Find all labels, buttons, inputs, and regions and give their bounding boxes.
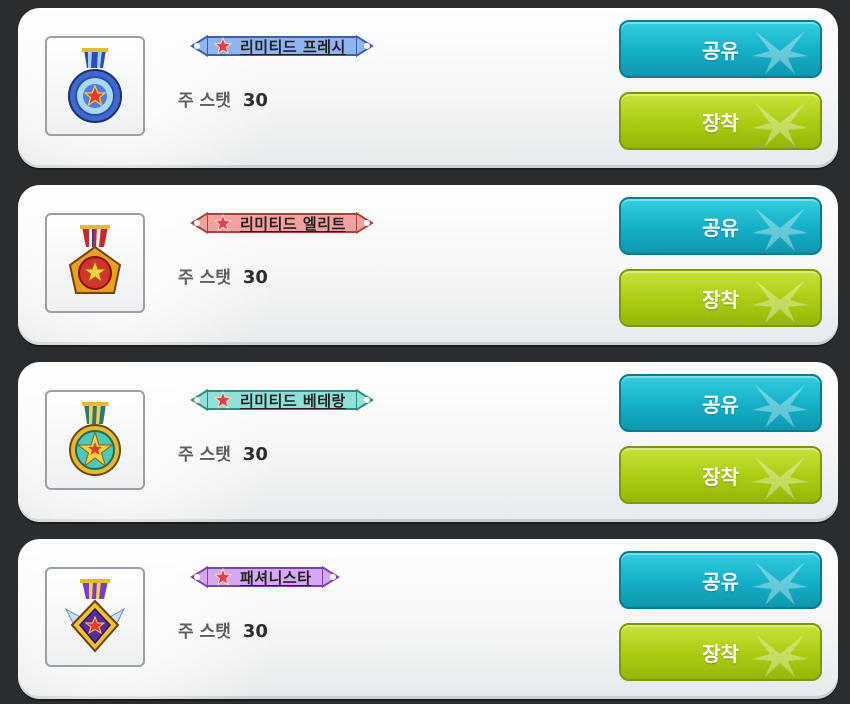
- medal-card: 리미티드 베테랑 주 스탯 30 공유 장착: [18, 362, 838, 522]
- medal-icon-frame: [45, 567, 145, 667]
- medal-icon-frame: [45, 390, 145, 490]
- stat-line: 주 스탯 30: [178, 263, 268, 288]
- stat-value: 30: [242, 444, 268, 465]
- equip-button-label: 장착: [702, 464, 739, 489]
- leaf-decoration-icon: [752, 562, 808, 605]
- leaf-decoration-icon: [752, 457, 808, 500]
- share-button[interactable]: 공유: [619, 374, 822, 432]
- share-button-label: 공유: [702, 215, 739, 240]
- banner-body: 리미티드 엘리트: [208, 213, 356, 233]
- star-icon: [214, 37, 232, 55]
- stat-value: 30: [242, 90, 268, 111]
- banner-right-ornament: [355, 210, 376, 236]
- medal-title-banner: 리미티드 프레시: [188, 33, 376, 59]
- leaf-decoration-icon: [752, 103, 808, 146]
- stat-value: 30: [242, 621, 268, 642]
- equip-button-label: 장착: [702, 641, 739, 666]
- medal-icon-frame: [45, 36, 145, 136]
- banner-right-ornament: [321, 564, 342, 590]
- stat-line: 주 스탯 30: [178, 86, 268, 111]
- stat-label: 주 스탯: [178, 622, 231, 642]
- star-icon: [214, 391, 232, 409]
- medal-name: 리미티드 엘리트: [240, 214, 346, 233]
- medal-card: 리미티드 프레시 주 스탯 30 공유 장착: [18, 8, 838, 168]
- equip-button[interactable]: 장착: [619, 92, 822, 150]
- banner-right-ornament: [355, 387, 376, 413]
- medal-card: 리미티드 엘리트 주 스탯 30 공유 장착: [18, 185, 838, 345]
- banner-right-ornament: [355, 33, 376, 59]
- stat-label: 주 스탯: [178, 445, 231, 465]
- banner-left-ornament: [188, 564, 208, 590]
- banner-left-ornament: [188, 210, 208, 236]
- medal-list: 리미티드 프레시 주 스탯 30 공유 장착 리미티드 엘리트 주 스탯 30 …: [0, 0, 850, 704]
- leaf-decoration-icon: [752, 385, 808, 428]
- equip-button[interactable]: 장착: [619, 269, 822, 327]
- equip-button-label: 장착: [702, 287, 739, 312]
- banner-left-ornament: [188, 33, 208, 59]
- medal-title-banner: 패셔니스타: [188, 564, 342, 590]
- stat-line: 주 스탯 30: [178, 617, 268, 642]
- leaf-decoration-icon: [752, 280, 808, 323]
- leaf-decoration-icon: [752, 634, 808, 677]
- red-medal-icon: [68, 225, 122, 294]
- star-icon: [214, 568, 232, 586]
- leaf-decoration-icon: [752, 208, 808, 251]
- stat-label: 주 스탯: [178, 268, 231, 288]
- equip-button-label: 장착: [702, 110, 739, 135]
- share-button[interactable]: 공유: [619, 551, 822, 609]
- share-button[interactable]: 공유: [619, 20, 822, 78]
- banner-body: 패셔니스타: [208, 567, 322, 587]
- equip-button[interactable]: 장착: [619, 623, 822, 681]
- medal-name: 리미티드 프레시: [240, 37, 346, 56]
- purple-medal-icon: [64, 579, 126, 653]
- stat-label: 주 스탯: [178, 91, 231, 111]
- stat-line: 주 스탯 30: [178, 440, 268, 465]
- equip-button[interactable]: 장착: [619, 446, 822, 504]
- medal-icon-frame: [45, 213, 145, 313]
- blue-medal-icon: [68, 48, 122, 123]
- share-button-label: 공유: [702, 392, 739, 417]
- teal-medal-icon: [69, 402, 121, 476]
- banner-left-ornament: [188, 387, 208, 413]
- medal-title-banner: 리미티드 베테랑: [188, 387, 376, 413]
- stat-value: 30: [242, 267, 268, 288]
- banner-body: 리미티드 베테랑: [208, 390, 356, 410]
- share-button[interactable]: 공유: [619, 197, 822, 255]
- share-button-label: 공유: [702, 569, 739, 594]
- share-button-label: 공유: [702, 38, 739, 63]
- leaf-decoration-icon: [752, 31, 808, 74]
- medal-name: 패셔니스타: [240, 568, 312, 587]
- medal-title-banner: 리미티드 엘리트: [188, 210, 376, 236]
- banner-body: 리미티드 프레시: [208, 36, 356, 56]
- star-icon: [214, 214, 232, 232]
- medal-name: 리미티드 베테랑: [240, 391, 346, 410]
- medal-card: 패셔니스타 주 스탯 30 공유 장착: [18, 539, 838, 699]
